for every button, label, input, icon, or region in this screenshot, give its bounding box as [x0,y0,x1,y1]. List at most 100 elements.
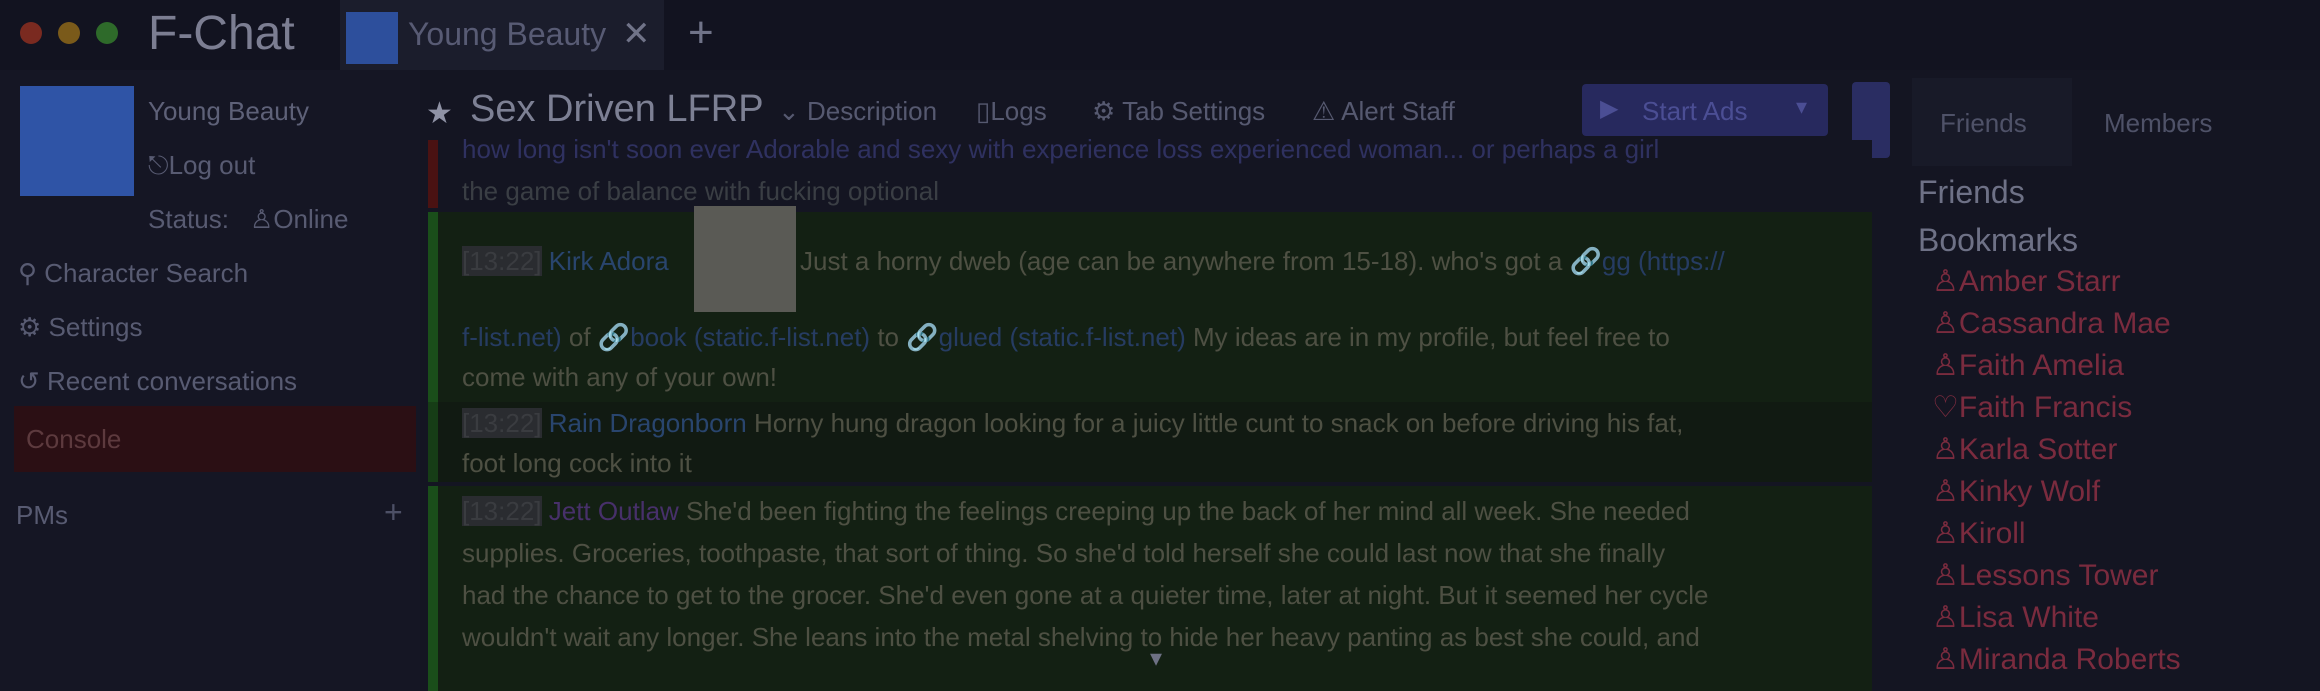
bookmark-name: Lisa White [1958,601,2099,634]
message-text: Just a horny dweb (age can be anywhere f… [800,246,1563,276]
bookmark-name: Faith Amelia [1958,349,2124,382]
link-icon: 🔗 [1569,246,1602,276]
bookmarks-heading: Bookmarks [1918,222,2079,258]
link-url[interactable]: (static.f-list.net) [694,322,870,352]
heart-icon: ♡ [1932,391,1959,424]
timestamp: [13:22] [462,496,542,526]
message-line: [13:22] Rain Dragonborn Horny hung drago… [462,408,1683,439]
alert-staff-label: Alert Staff [1341,96,1455,126]
bookmark-item[interactable]: ♡Faith Francis [1932,390,2132,425]
message-border [428,402,438,482]
message-line: [13:22] Kirk Adora [462,246,669,277]
user-icon: ♙ [1932,433,1959,466]
bookmark-item[interactable]: ♙Miranda Roberts [1932,642,2181,677]
bookmark-name: Kiroll [1958,517,2026,550]
logout-link[interactable]: ⎋Log out [148,150,255,182]
recent-conversations-link[interactable]: ↺ Recent conversations [18,366,297,397]
user-icon: ♙ [1932,517,1959,550]
link-icon: 🔗 [906,322,939,352]
message-text: of [568,322,591,352]
bookmark-item[interactable]: ♙Lisa White [1932,600,2099,635]
bookmark-item[interactable]: ♙Amber Starr [1932,264,2121,299]
author-link[interactable]: Jett Outlaw [549,496,679,526]
logout-icon: ⎋ [148,150,169,180]
avatar[interactable] [20,86,134,196]
link-icon: 🔗 [597,322,631,352]
description-toggle[interactable]: ⌄ Description [778,96,937,127]
character-name[interactable]: Young Beauty [148,96,309,127]
message-text: foot long cock into it [462,448,692,478]
settings-link[interactable]: ⚙ Settings [18,312,143,343]
user-icon: ♙ [1932,475,1959,508]
character-search-label: Character Search [44,258,249,288]
bookmark-item[interactable]: ♙Kinky Wolf [1932,474,2100,509]
user-icon: ♙ [250,204,274,234]
message-line: f-list.net) of 🔗book (static.f-list.net)… [462,322,1670,353]
link-url[interactable]: f-list.net) [462,322,562,352]
search-icon: ⚲ [18,258,45,288]
link-label[interactable]: book [630,322,686,352]
star-icon[interactable]: ★ [426,96,453,131]
recent-conversations-label: Recent conversations [47,366,298,396]
tab-settings-label: Tab Settings [1122,96,1266,126]
message-text: to [877,322,900,352]
link-label[interactable]: gg [1602,246,1631,276]
close-window-button[interactable] [20,22,42,44]
chevron-down-icon[interactable]: ▾ [1150,644,1162,673]
link-url[interactable]: (https:// [1638,246,1725,276]
status-selector[interactable]: ♙Online [250,204,348,235]
maximize-window-button[interactable] [96,22,118,44]
tab-members[interactable]: Members [2104,108,2212,139]
message-text: come with any of your own! [462,362,778,392]
bookmark-item[interactable]: ♙Karla Sotter [1932,432,2117,467]
tab-settings-button[interactable]: ⚙ Tab Settings [1092,96,1265,127]
friends-heading: Friends [1918,174,2025,210]
user-icon: ♙ [1932,265,1959,298]
author-link[interactable]: Rain Dragonborn [549,408,747,438]
character-search-link[interactable]: ⚲ Character Search [18,258,248,289]
message-line: [13:22] Jett Outlaw She'd been fighting … [462,496,1690,527]
link-label[interactable]: glued [939,322,1003,352]
minimize-window-button[interactable] [58,22,80,44]
user-icon: ♙ [1932,601,1959,634]
pms-heading: PMs [16,500,68,530]
tab-label: Young Beauty [408,16,607,52]
bookmark-item[interactable]: ♙Lessons Tower [1932,558,2158,593]
bookmark-name: Miranda Roberts [1958,643,2181,676]
chevron-down-icon: ⌄ [778,96,808,126]
bookmark-item[interactable]: ♙Faith Amelia [1932,348,2124,383]
message-text: My ideas are in my profile, but feel fre… [1192,322,1670,352]
add-pm-icon[interactable]: + [384,494,403,531]
app-title: F-Chat [148,7,295,60]
file-icon: ▯ [976,96,991,126]
bookmark-name: Karla Sotter [1958,433,2118,466]
author-link[interactable]: Kirk Adora [549,246,669,276]
message-text: She'd been fighting the feelings creepin… [686,496,1690,526]
message-text: supplies. Groceries, toothpaste, that so… [462,538,1666,568]
gear-icon: ⚙ [18,312,49,342]
status-label: Status: [148,204,229,234]
tab-friends-label: Friends [1940,108,2027,138]
tab-avatar [346,12,398,64]
play-icon: ▶ [1600,95,1619,122]
close-icon[interactable]: ✕ [622,14,651,54]
logs-button[interactable]: ▯Logs [976,96,1047,127]
channel-title: Sex Driven LFRP [470,88,764,130]
user-icon: ♙ [1932,307,1959,340]
settings-label: Settings [48,312,143,342]
plus-icon[interactable]: + [688,8,714,58]
logout-label: Log out [168,150,256,180]
caret-down-icon[interactable]: ▾ [1796,94,1807,120]
bookmark-name: Kinky Wolf [1958,475,2101,508]
timestamp: [13:22] [462,246,542,276]
alert-staff-button[interactable]: ⚠ Alert Staff [1312,96,1455,127]
link-url[interactable]: (static.f-list.net) [1009,322,1185,352]
ad-border [428,212,438,402]
message-text: Horny hung dragon looking for a juicy li… [754,408,1684,438]
bookmark-name: Faith Francis [1958,391,2133,424]
ad-border [428,486,438,691]
bookmark-item[interactable]: ♙Cassandra Mae [1932,306,2171,341]
bookmark-item[interactable]: ♙Kiroll [1932,516,2026,551]
description-label: Description [807,96,938,126]
character-portrait[interactable] [694,206,796,312]
